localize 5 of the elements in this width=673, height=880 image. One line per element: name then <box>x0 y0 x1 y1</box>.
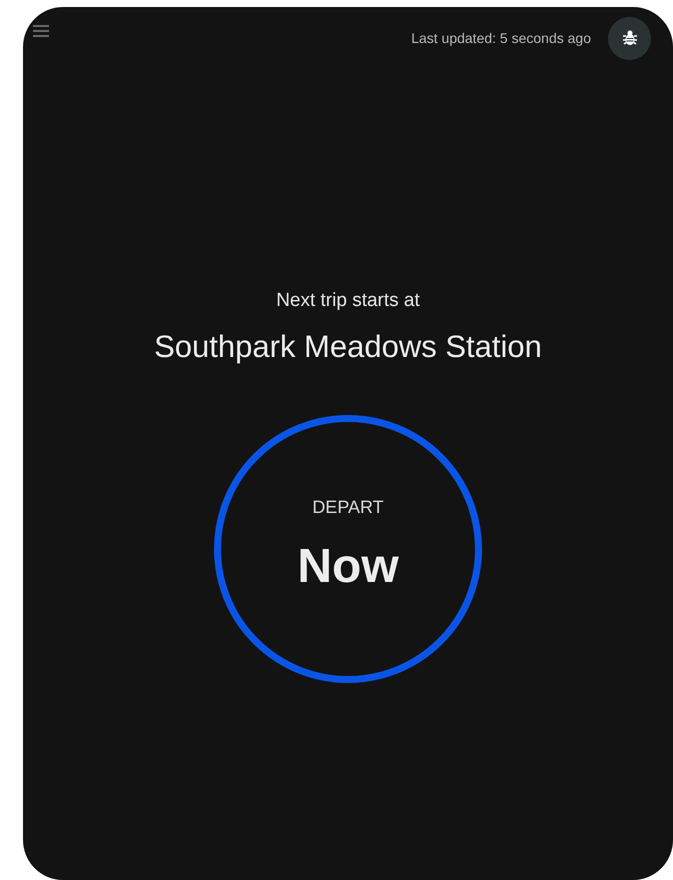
station-name: Southpark Meadows Station <box>154 328 542 366</box>
depart-label: DEPART <box>312 496 384 519</box>
trip-caption: Next trip starts at <box>276 289 420 313</box>
departure-time: Now <box>297 539 399 595</box>
last-updated-text: Last updated: 5 seconds ago <box>411 28 591 48</box>
